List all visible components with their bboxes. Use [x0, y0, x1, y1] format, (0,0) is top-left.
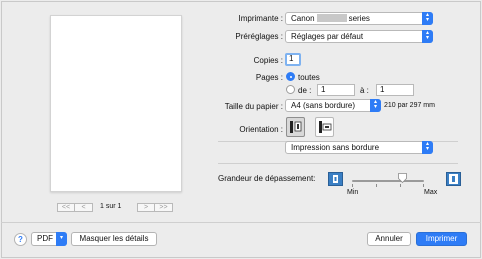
portrait-orientation-button[interactable]	[286, 117, 305, 137]
pages-all-label: toutes	[298, 73, 320, 82]
cancel-button[interactable]: Annuler	[367, 232, 411, 246]
pages-label: Pages :	[255, 73, 283, 82]
slider-tick	[423, 184, 424, 187]
overflow-amount-label: Grandeur de dépassement:	[218, 174, 316, 183]
copies-field[interactable]: 1	[285, 53, 301, 66]
next-page-button[interactable]: >	[137, 203, 155, 212]
pages-from-field[interactable]: 1	[317, 84, 355, 96]
page-counter: 1 sur 1	[100, 203, 122, 210]
chevron-down-icon: ▾	[56, 232, 67, 246]
help-button[interactable]: ?	[14, 233, 27, 246]
pages-range-radio[interactable]	[286, 85, 295, 94]
copies-label: Copies :	[253, 56, 283, 65]
slider-thumb-icon	[397, 173, 407, 184]
popup-arrows-icon: ▴ ▾	[370, 99, 381, 112]
preview-nav-forward: > >>	[137, 203, 173, 212]
printer-label: Imprimante :	[238, 14, 283, 23]
last-page-button[interactable]: >>	[155, 203, 173, 212]
min-overflow-icon	[328, 172, 343, 186]
hide-details-button[interactable]: Masquer les détails	[71, 232, 157, 246]
overflow-slider-thumb[interactable]	[397, 173, 407, 184]
preview-nav-back: << <	[57, 203, 93, 212]
pages-all-radio[interactable]	[286, 72, 295, 81]
pdf-label: PDF	[37, 234, 53, 243]
presets-select[interactable]: Réglages par défaut ▴ ▾	[285, 30, 433, 43]
popup-arrows-icon: ▴ ▾	[422, 12, 433, 25]
presets-value: Réglages par défaut	[291, 32, 364, 41]
section-value: Impression sans bordure	[291, 143, 380, 152]
slider-tick	[352, 184, 353, 187]
popup-arrows-icon: ▴ ▾	[422, 30, 433, 43]
paper-size-label: Taille du papier :	[224, 102, 283, 111]
max-overflow-icon	[446, 172, 461, 186]
paper-size-select[interactable]: A4 (sans bordure) ▴ ▾	[285, 99, 381, 112]
slider-min-label: Min	[347, 189, 359, 196]
first-page-button[interactable]: <<	[57, 203, 75, 212]
printer-select[interactable]: Canon series ▴ ▾	[285, 12, 433, 25]
landscape-orientation-button[interactable]	[315, 117, 334, 137]
landscape-icon	[319, 121, 332, 133]
pages-to-label: à :	[360, 86, 369, 95]
slider-max-label: Max	[424, 189, 438, 196]
max-overflow-glyph	[449, 174, 458, 184]
slider-tick	[400, 184, 401, 187]
printer-name-prefix: Canon	[291, 14, 315, 23]
pages-to-field[interactable]: 1	[376, 84, 414, 96]
redacted-model	[316, 14, 347, 22]
portrait-icon	[290, 121, 302, 133]
print-button[interactable]: Imprimer	[416, 232, 467, 246]
pages-from-label: de :	[298, 86, 312, 95]
popup-arrows-icon: ▴ ▾	[422, 141, 433, 154]
presets-label: Préréglages :	[235, 32, 283, 41]
previous-page-button[interactable]: <	[75, 203, 93, 212]
overflow-slider-track[interactable]	[352, 180, 424, 182]
paper-dimensions: 210 par 297 mm	[384, 102, 435, 109]
orientation-label: Orientation :	[239, 125, 283, 134]
section-rule	[218, 163, 458, 164]
pdf-menu-button[interactable]: PDF ▾	[31, 232, 67, 246]
min-overflow-glyph	[333, 175, 338, 183]
paper-size-value: A4 (sans bordure)	[291, 101, 356, 110]
footer-divider	[1, 222, 481, 223]
page-preview	[50, 15, 182, 192]
slider-tick	[376, 184, 377, 187]
printer-name-suffix: series	[348, 14, 370, 23]
section-select[interactable]: Impression sans bordure ▴ ▾	[285, 141, 433, 154]
